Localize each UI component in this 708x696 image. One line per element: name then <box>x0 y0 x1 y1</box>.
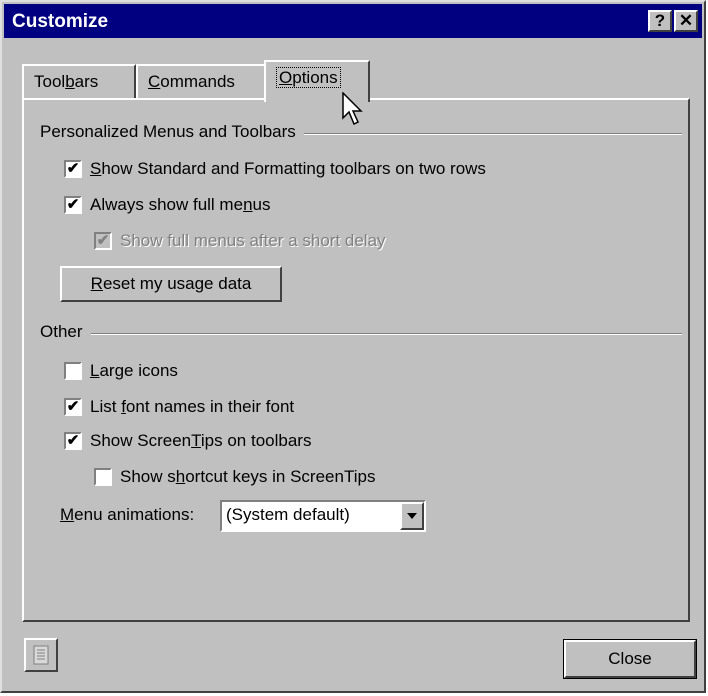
tab-toolbars[interactable]: Toolbars <box>22 64 136 100</box>
menu-animations-value: (System default) <box>226 505 350 524</box>
mouse-cursor-icon <box>342 92 363 126</box>
options-panel: Personalized Menus and Toolbars ✔ Show S… <box>22 98 690 622</box>
shortcut-keys-checkbox[interactable] <box>94 468 112 486</box>
font-names-label: List font names in their font <box>90 397 295 416</box>
large-icons-checkbox[interactable] <box>64 362 82 380</box>
menu-animations-row: Menu animations: <box>60 504 194 528</box>
chevron-down-icon <box>407 513 417 519</box>
help-button[interactable]: ? <box>648 10 672 32</box>
screentips-checkbox[interactable]: ✔ <box>64 432 82 450</box>
reset-usage-button[interactable]: Reset my usage data <box>60 266 282 302</box>
screentips-label: Show ScreenTips on toolbars <box>90 431 312 450</box>
full-menus-checkbox[interactable]: ✔ <box>64 196 82 214</box>
shortcut-keys-label: Show shortcut keys in ScreenTips <box>120 467 376 486</box>
menu-animations-select[interactable]: (System default) <box>220 500 426 532</box>
window-title: Customize <box>12 11 109 32</box>
close-window-button[interactable]: ✕ <box>674 10 698 32</box>
title-bar: Customize ? ✕ <box>4 4 702 38</box>
two-rows-checkbox[interactable]: ✔ <box>64 160 82 178</box>
other-group-header: Other <box>40 322 682 342</box>
full-menus-label: Always show full menus <box>90 195 271 214</box>
tab-commands[interactable]: Commands <box>136 64 266 100</box>
short-delay-label: Show full menus after a short delay <box>120 231 386 250</box>
font-names-checkbox[interactable]: ✔ <box>64 398 82 416</box>
menu-animations-label: Menu animations: <box>60 505 195 524</box>
dropdown-arrow-button[interactable] <box>400 502 424 530</box>
short-delay-checkbox: ✔ <box>94 232 112 250</box>
large-icons-label: Large icons <box>90 361 178 380</box>
personalized-group-label: Personalized Menus and Toolbars <box>40 122 304 142</box>
other-group-label: Other <box>40 322 91 342</box>
close-button[interactable]: Close <box>563 639 697 679</box>
help-book-icon <box>33 645 49 665</box>
group-divider <box>40 333 682 335</box>
two-rows-label: Show Standard and Formatting toolbars on… <box>90 159 486 178</box>
help-book-button[interactable] <box>24 638 58 672</box>
